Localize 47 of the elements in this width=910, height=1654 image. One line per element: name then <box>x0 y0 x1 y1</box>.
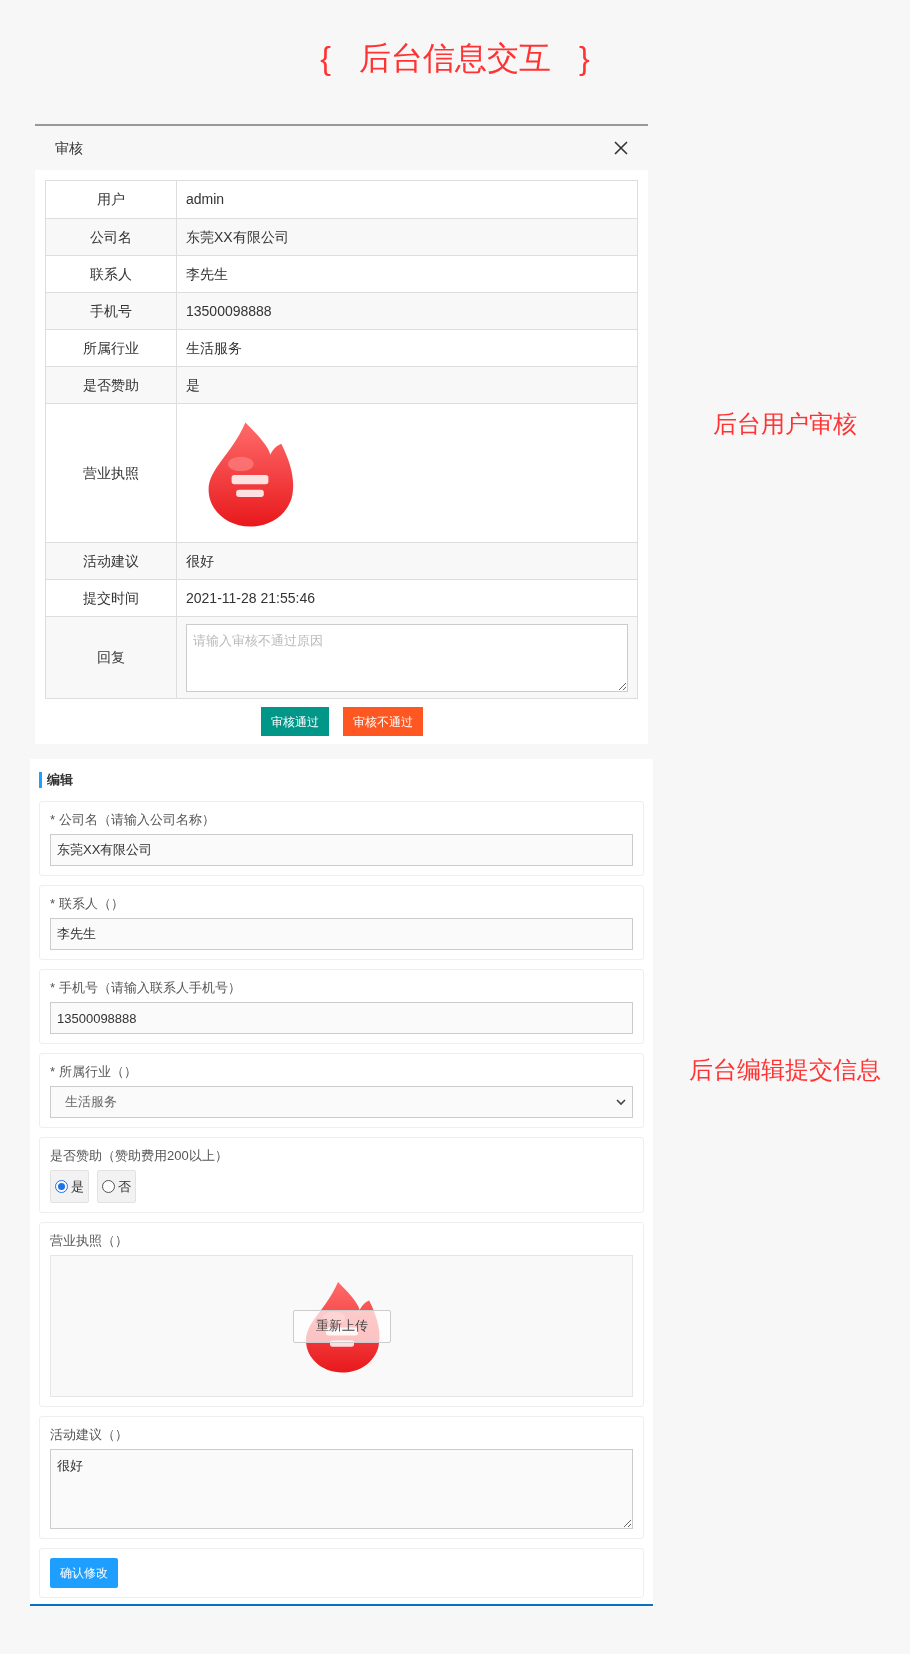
upload-area[interactable]: 重新上传 <box>50 1255 633 1397</box>
brace-text: { <box>320 39 331 78</box>
row-value: 13500098888 <box>186 301 272 321</box>
reply-field[interactable]: 请输入审核不通过原因 <box>186 623 628 692</box>
radio-button[interactable] <box>102 1180 115 1193</box>
dialog-title: 审核 <box>55 138 83 158</box>
input-field[interactable]: 13500098888 <box>50 1002 633 1034</box>
select-field[interactable]: 生活服务 <box>50 1086 633 1118</box>
row-label: 用户 <box>97 190 125 209</box>
row-value: admin <box>186 190 225 209</box>
field-label: * 所属行业（） <box>50 1063 138 1081</box>
reupload-button[interactable]: 重新上传 <box>292 1309 391 1343</box>
row-label: 手机号 <box>90 301 132 321</box>
row-label: 营业执照 <box>83 463 139 483</box>
row-label: 活动建议 <box>83 551 139 571</box>
annotation-text: 后台用户审核 <box>713 409 857 439</box>
radio-button[interactable] <box>55 1180 68 1193</box>
row-label: 公司名 <box>90 227 132 247</box>
radio-option[interactable]: 是 <box>50 1170 89 1203</box>
caret-icon <box>616 1098 626 1106</box>
row-value: 东莞XX有限公司 <box>186 227 289 247</box>
row-label: 是否赞助 <box>83 375 139 395</box>
row-value: 李先生 <box>186 264 228 284</box>
input-field[interactable]: 东莞XX有限公司 <box>50 834 633 866</box>
brace-text: } <box>579 39 590 78</box>
field-label: 是否赞助（赞助费用200以上） <box>50 1147 229 1165</box>
row-value: 生活服务 <box>186 338 242 358</box>
page-title: 后台信息交互 <box>359 39 551 78</box>
close-icon[interactable] <box>614 141 628 155</box>
row-value: 是 <box>186 375 200 395</box>
row-label: 联系人 <box>90 264 132 284</box>
field-label: 活动建议（） <box>50 1426 129 1444</box>
field-label: * 联系人（） <box>50 895 125 913</box>
section-title: 编辑 <box>39 772 73 788</box>
row-value: 很好 <box>186 551 214 571</box>
row-label: 提交时间 <box>83 588 139 608</box>
row-label: 回复 <box>97 648 125 667</box>
input-field[interactable]: 李先生 <box>50 918 633 950</box>
radio-option[interactable]: 否 <box>97 1170 136 1203</box>
field-label: * 手机号（请输入联系人手机号） <box>50 979 242 997</box>
approve-button[interactable]: 审核通过 <box>260 707 329 736</box>
row-value: 2021-11-28 21:55:46 <box>186 588 315 608</box>
text-area[interactable]: 很好 <box>50 1449 633 1529</box>
field-label: 营业执照（） <box>50 1232 129 1250</box>
row-label: 所属行业 <box>83 338 139 358</box>
annotation-text: 后台编辑提交信息 <box>689 1055 881 1085</box>
field-label: * 公司名（请输入公司名称） <box>50 811 216 829</box>
